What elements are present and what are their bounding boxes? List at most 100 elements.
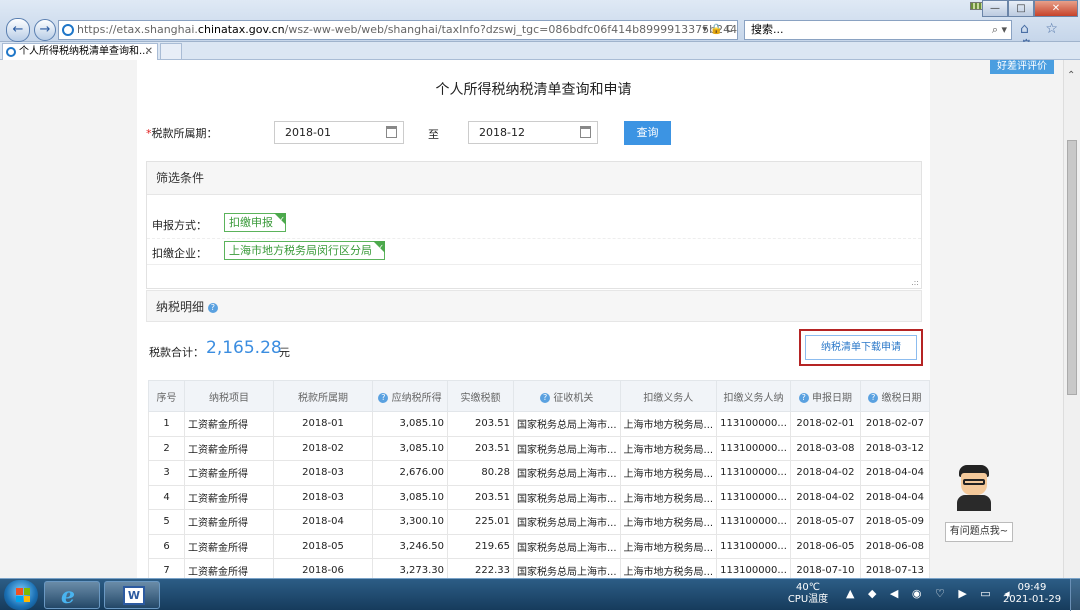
start-button[interactable]	[4, 580, 38, 610]
system-tray-icons[interactable]: ▲ ◆ ◀ ◉ ♡ ▶ ▭ ◂	[846, 587, 1015, 600]
end-date-field[interactable]: 2018-12	[468, 121, 598, 144]
table-row[interactable]: 3 工资薪金所得 2018-03 2,676.00 80.28 国家税务总局上海市... 上…	[148, 460, 930, 486]
download-request-button[interactable]: 纳税清单下载申请	[805, 335, 917, 360]
withholding-agent-id-cell: 113100000...	[716, 460, 791, 486]
column-header[interactable]: ? 缴税日期	[859, 380, 930, 412]
window-controls: — □ ✕	[982, 0, 1078, 18]
forward-button[interactable]: →	[34, 19, 56, 41]
taskbar-ie-button[interactable]: e	[44, 581, 100, 609]
show-desktop-button[interactable]	[1070, 579, 1080, 611]
declare-date-cell: 2018-07-10	[789, 558, 861, 578]
tab-active[interactable]: 个人所得税纳税清单查询和... ✕	[2, 43, 158, 60]
method-tag[interactable]: 扣缴申报 ✓	[224, 213, 286, 232]
maximize-button[interactable]: □	[1008, 0, 1034, 17]
url-input[interactable]: https://etax.shanghai.chinatax.gov.cn/ws…	[58, 20, 738, 40]
vertical-scrollbar[interactable]: ⌃	[1063, 60, 1080, 578]
table-body: 1 工资薪金所得 2018-01 3,085.10 203.51 国家税务总局上海市...…	[148, 411, 930, 578]
chevron-up-icon[interactable]: ⌃	[1067, 70, 1075, 81]
column-header[interactable]: 扣缴义务人纳	[716, 380, 791, 412]
help-icon[interactable]: ?	[207, 302, 218, 313]
column-header-label: 序号	[156, 392, 177, 404]
close-window-button[interactable]: ✕	[1034, 0, 1078, 17]
payment-date-cell: 2018-04-04	[859, 484, 930, 510]
declare-date-cell: 2018-04-02	[789, 460, 861, 486]
url-tools-icons[interactable]: ▾ 🔒 C	[702, 21, 733, 39]
column-header[interactable]: ? 申报日期	[789, 380, 861, 412]
start-date-field[interactable]: 2018-01	[274, 121, 404, 144]
total-unit: 元	[279, 346, 290, 359]
help-icon[interactable]: ?	[868, 392, 879, 403]
query-button[interactable]: 查询	[624, 121, 671, 145]
table-row[interactable]: 7 工资薪金所得 2018-06 3,273.30 222.33 国家税务总局上海市...…	[148, 558, 930, 578]
resize-handle-icon[interactable]: .::	[911, 278, 919, 287]
tax-item-cell: 工资薪金所得	[184, 509, 274, 535]
withholding-agent-id-cell: 113100000...	[716, 533, 791, 559]
filter-panel: 筛选条件 申报方式： 扣缴申报 ✓ 扣缴企业： 上海市地方税务局闵行区分局 ✓ …	[146, 161, 922, 289]
row-index-cell: 6	[148, 533, 185, 559]
withholding-agent-cell: 上海市地方税务局...	[619, 558, 718, 578]
taskbar-word-button[interactable]: W	[104, 581, 160, 609]
withholding-agent-cell: 上海市地方税务局...	[619, 435, 718, 461]
tax-paid-cell: 222.33	[447, 558, 514, 578]
scrollbar-thumb[interactable]	[1067, 140, 1077, 395]
table-row[interactable]: 6 工资薪金所得 2018-05 3,246.50 219.65 国家税务总局上海市...…	[148, 533, 930, 559]
end-date-value: 2018-12	[479, 126, 525, 139]
help-icon[interactable]: ?	[798, 392, 809, 403]
column-header[interactable]: ? 应纳税所得	[372, 380, 448, 412]
tax-period-cell: 2018-06	[273, 558, 373, 578]
taxable-income-cell: 3,085.10	[372, 411, 448, 437]
table-row[interactable]: 1 工资薪金所得 2018-01 3,085.10 203.51 国家税务总局上海市...…	[148, 411, 930, 437]
search-icon[interactable]: ⌕ ▾	[992, 21, 1007, 39]
back-button[interactable]: ←	[6, 18, 30, 42]
taxable-income-cell: 3,085.10	[372, 435, 448, 461]
row-index-cell: 3	[148, 460, 185, 486]
calendar-icon[interactable]	[386, 126, 397, 138]
method-tag-label: 扣缴申报	[229, 216, 273, 229]
withholding-agent-cell: 上海市地方税务局...	[619, 460, 718, 486]
tax-paid-cell: 203.51	[447, 411, 514, 437]
help-icon[interactable]: ?	[378, 392, 389, 403]
help-assistant[interactable]: 有问题点我~	[945, 465, 1015, 545]
table-row[interactable]: 2 工资薪金所得 2018-02 3,085.10 203.51 国家税务总局上海市...…	[148, 435, 930, 461]
tax-item-cell: 工资薪金所得	[184, 460, 274, 486]
page-viewport: 好差评评价 个人所得税纳税清单查询和申请 *税款所属期： 2018-01 至 2…	[0, 60, 1080, 578]
start-date-value: 2018-01	[285, 126, 331, 139]
payment-date-cell: 2018-07-13	[859, 558, 930, 578]
browser-address-bar: — □ ✕ ← → https://etax.shanghai.chinatax…	[0, 0, 1080, 53]
column-header[interactable]: 扣缴义务人	[619, 380, 718, 412]
column-header[interactable]: 序号	[148, 380, 185, 412]
table-row[interactable]: 5 工资薪金所得 2018-04 3,300.10 225.01 国家税务总局上海市...…	[148, 509, 930, 535]
payment-date-cell: 2018-04-04	[859, 460, 930, 486]
tax-item-cell: 工资薪金所得	[184, 533, 274, 559]
word-icon: W	[123, 586, 145, 605]
cpu-temp-widget[interactable]: 40℃ CPU温度	[786, 582, 830, 606]
withholding-agent-id-cell: 113100000...	[716, 558, 791, 578]
help-icon[interactable]: ?	[540, 392, 551, 403]
clock[interactable]: 09:49 2021-01-29	[1000, 582, 1064, 606]
company-tag[interactable]: 上海市地方税务局闵行区分局 ✓	[224, 241, 385, 260]
minimize-button[interactable]: —	[982, 0, 1008, 17]
ie-icon: e	[61, 583, 75, 609]
close-tab-icon[interactable]: ✕	[145, 44, 153, 59]
search-input[interactable]: 搜索... ⌕ ▾	[744, 20, 1012, 40]
ie-icon	[62, 24, 74, 36]
evaluation-button[interactable]: 好差评评价	[990, 60, 1054, 74]
assistant-bubble[interactable]: 有问题点我~	[945, 522, 1013, 542]
column-header[interactable]: 实缴税额	[447, 380, 514, 412]
taxable-income-cell: 3,246.50	[372, 533, 448, 559]
collection-authority-cell: 国家税务总局上海市...	[513, 435, 621, 461]
column-header[interactable]: 纳税项目	[184, 380, 274, 412]
tax-detail-table: 序号 纳税项目 税款所属期 ? 应纳税所得 实缴税额 ? 征收机关 扣缴义务人 …	[148, 380, 930, 578]
new-tab-button[interactable]	[160, 43, 182, 60]
period-label-text: 税款所属期：	[151, 127, 218, 140]
tax-item-cell: 工资薪金所得	[184, 411, 274, 437]
table-row[interactable]: 4 工资薪金所得 2018-03 3,085.10 203.51 国家税务总局上海市...…	[148, 484, 930, 510]
tab-title: 个人所得税纳税清单查询和...	[19, 46, 149, 57]
checkmark-icon: ✓	[377, 243, 384, 252]
calendar-icon[interactable]	[580, 126, 591, 138]
column-header[interactable]: ? 征收机关	[513, 380, 621, 412]
declare-date-cell: 2018-05-07	[789, 509, 861, 535]
table-header-row: 序号 纳税项目 税款所属期 ? 应纳税所得 实缴税额 ? 征收机关 扣缴义务人 …	[148, 380, 930, 412]
column-header-label: 扣缴义务人纳	[723, 392, 784, 404]
column-header[interactable]: 税款所属期	[273, 380, 373, 412]
